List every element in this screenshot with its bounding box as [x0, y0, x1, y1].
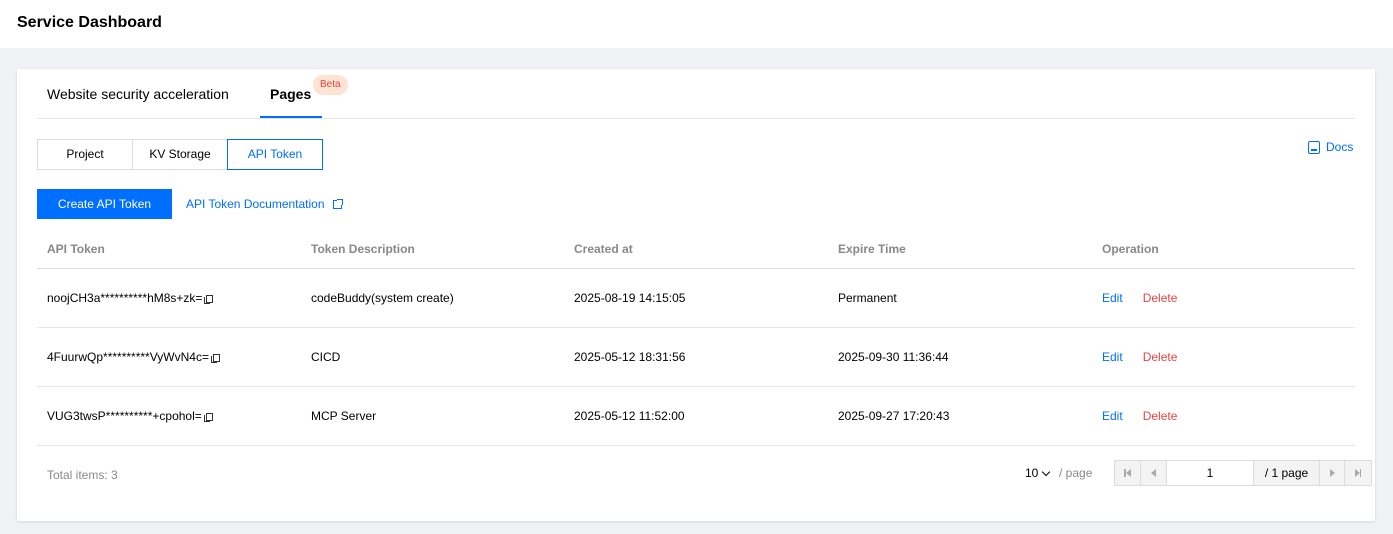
page-size-value: 10	[1025, 466, 1039, 480]
expire-cell: 2025-09-30 11:36:44	[838, 350, 949, 364]
create-api-token-button[interactable]: Create API Token	[37, 189, 172, 219]
copy-icon[interactable]	[204, 295, 214, 304]
column-header-created-at: Created at	[574, 242, 633, 256]
last-page-button[interactable]	[1345, 461, 1371, 485]
per-page-label: / page	[1059, 466, 1093, 480]
pager: / 1 page	[1114, 460, 1372, 486]
segment-control: Project KV Storage API Token	[37, 139, 323, 170]
copy-icon[interactable]	[203, 413, 213, 422]
external-link-icon	[332, 198, 343, 209]
token-value: noojCH3a**********hM8s+zk=	[47, 291, 203, 305]
prev-page-icon	[1151, 469, 1156, 477]
created-cell: 2025-08-19 14:15:05	[574, 291, 686, 305]
delete-button[interactable]: Delete	[1143, 409, 1178, 423]
total-items: Total items: 3	[47, 468, 118, 482]
copy-icon[interactable]	[210, 354, 220, 363]
pagination-footer: Total items: 3 10 / page / 1 page	[37, 459, 1372, 489]
top-bar: Service Dashboard	[0, 0, 1393, 48]
description-cell: MCP Server	[311, 409, 377, 423]
total-pages: / 1 page	[1254, 461, 1319, 485]
main-card: Website security acceleration Pages Beta…	[17, 69, 1375, 521]
token-value: VUG3twsP**********+cpohol=	[47, 409, 202, 423]
edit-button[interactable]: Edit	[1102, 350, 1123, 364]
edit-button[interactable]: Edit	[1102, 291, 1123, 305]
segment-project[interactable]: Project	[37, 139, 133, 170]
delete-button[interactable]: Delete	[1143, 350, 1178, 364]
docs-label: Docs	[1326, 140, 1354, 154]
prev-page-button[interactable]	[1141, 461, 1167, 485]
table-row: 4FuurwQp**********VyWvN4c= CICD 2025-05-…	[37, 328, 1355, 387]
table-row: noojCH3a**********hM8s+zk= codeBuddy(sys…	[37, 269, 1355, 328]
column-header-expire-time: Expire Time	[838, 242, 906, 256]
column-header-api-token: API Token	[47, 242, 105, 256]
page-size-select[interactable]: 10	[1025, 466, 1051, 480]
created-cell: 2025-05-12 18:31:56	[574, 350, 686, 364]
operation-cell: Edit Delete	[1102, 291, 1177, 305]
first-page-arrow	[1125, 469, 1131, 477]
doc-link-label: API Token Documentation	[186, 197, 325, 211]
created-cell: 2025-05-12 11:52:00	[574, 409, 685, 423]
active-tab-indicator	[260, 116, 322, 118]
docs-link[interactable]: Docs	[1308, 140, 1353, 154]
first-page-button[interactable]	[1115, 461, 1141, 485]
book-icon	[1308, 140, 1320, 154]
column-header-token-description: Token Description	[311, 242, 415, 256]
table-row: VUG3twsP**********+cpohol= MCP Server 20…	[37, 387, 1355, 446]
token-value: 4FuurwQp**********VyWvN4c=	[47, 350, 209, 364]
segment-kv-storage[interactable]: KV Storage	[132, 139, 228, 170]
page-number-input[interactable]	[1167, 461, 1254, 485]
operation-cell: Edit Delete	[1102, 350, 1177, 364]
chevron-down-icon	[1042, 467, 1051, 477]
token-cell: noojCH3a**********hM8s+zk=	[47, 291, 214, 305]
edit-button[interactable]: Edit	[1102, 409, 1123, 423]
delete-button[interactable]: Delete	[1143, 291, 1178, 305]
description-cell: CICD	[311, 350, 341, 364]
token-cell: 4FuurwQp**********VyWvN4c=	[47, 350, 220, 364]
page-title: Service Dashboard	[17, 14, 162, 31]
next-page-button[interactable]	[1319, 461, 1345, 485]
expire-cell: Permanent	[838, 291, 897, 305]
api-token-table: API Token Token Description Created at E…	[37, 229, 1355, 446]
tab-pages[interactable]: Pages	[270, 86, 311, 102]
table-header: API Token Token Description Created at E…	[37, 229, 1355, 269]
description-cell: codeBuddy(system create)	[311, 291, 454, 305]
expire-cell: 2025-09-27 17:20:43	[838, 409, 950, 423]
column-header-operation: Operation	[1102, 242, 1159, 256]
beta-badge: Beta	[313, 75, 348, 95]
next-page-icon	[1329, 469, 1335, 477]
operation-cell: Edit Delete	[1102, 409, 1177, 423]
segment-api-token[interactable]: API Token	[227, 139, 323, 170]
api-token-documentation-link[interactable]: API Token Documentation	[186, 197, 343, 211]
tab-website-security-acceleration[interactable]: Website security acceleration	[47, 86, 229, 102]
last-page-icon	[1359, 469, 1362, 477]
tab-bar: Website security acceleration Pages Beta	[37, 69, 1355, 119]
token-cell: VUG3twsP**********+cpohol=	[47, 409, 213, 423]
